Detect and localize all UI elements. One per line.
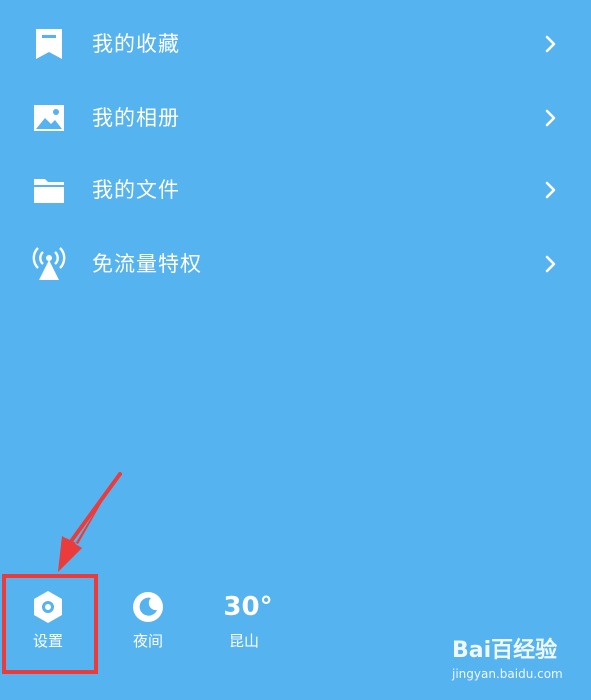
menu-item-label: 我的文件 [92,177,180,202]
night-mode-label: 夜间 [132,632,163,650]
menu-item-label: 免流量特权 [92,251,202,276]
chevron-right-icon [543,34,559,54]
moon-icon [131,590,165,624]
settings-button[interactable]: 设置 [28,590,68,649]
menu-item-favorites[interactable]: 我的收藏 [0,14,591,74]
chevron-right-icon [543,180,559,200]
image-icon [32,101,66,135]
chevron-right-icon [543,108,559,128]
settings-label: 设置 [32,632,63,650]
watermark: Bai百经验 jingyan.baidu.com [452,638,587,681]
bookmark-icon [32,27,66,61]
weather-city: 昆山 [228,632,259,650]
menu-item-files[interactable]: 我的文件 [0,160,591,220]
night-mode-button[interactable]: 夜间 [128,590,168,649]
folder-icon [32,173,66,207]
gear-icon [31,590,65,624]
menu-item-label: 我的相册 [92,105,180,130]
watermark-url: jingyan.baidu.com [452,667,563,681]
menu-item-label: 我的收藏 [92,31,180,56]
menu-item-free-data[interactable]: 免流量特权 [0,234,591,294]
weather-widget[interactable]: 30° 昆山 [220,590,276,649]
chevron-right-icon [543,254,559,274]
watermark-brand: Bai百经验 [452,638,558,663]
signal-tower-icon [32,247,66,281]
menu-item-album[interactable]: 我的相册 [0,88,591,148]
weather-temperature: 30° [223,592,273,622]
